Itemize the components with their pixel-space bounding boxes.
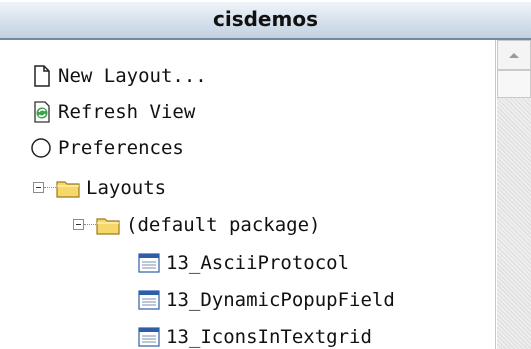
tree-view: New Layout... Refresh View Preferences L… [0,40,496,349]
tree-item-preferences[interactable]: Preferences [30,131,184,165]
collapse-toggle-layouts[interactable] [33,182,44,193]
tree-item-label: 13_DynamicPopupField [166,289,395,311]
panel-title: cisdemos [213,7,318,31]
tree-item-label: Refresh View [58,101,196,123]
tree-connector [84,224,96,225]
layout-file-icon [138,327,160,347]
folder-icon [96,215,120,235]
tree-item-label: (default package) [126,214,321,236]
folder-icon [56,178,80,198]
layout-file-icon [138,253,160,273]
scroll-thumb[interactable] [497,70,531,98]
navigator-panel: cisdemos New Layout... Refresh View Pref… [0,0,531,349]
tree-item-label: 13_IconsInTextgrid [166,326,372,348]
tree-item-13-dynamicpopupfield[interactable]: 13_DynamicPopupField [138,283,395,317]
refresh-icon [32,101,52,123]
tree-item-label: Layouts [86,177,167,199]
tree-item-13-iconsintextgrid[interactable]: 13_IconsInTextgrid [138,320,372,349]
tree-item-label: New Layout... [58,65,207,87]
tree-item-new-layout[interactable]: New Layout... [32,59,207,93]
vertical-scrollbar[interactable] [497,40,531,349]
new-document-icon [32,65,52,87]
arrow-up-icon [509,53,519,58]
tree-item-default-package[interactable]: (default package) [96,208,320,242]
layout-file-icon [138,290,160,310]
radio-circle-icon [30,137,52,159]
tree-item-label: 13_AsciiProtocol [166,252,350,274]
header-highlight [0,0,531,2]
tree-item-label: Preferences [58,137,184,159]
tree-item-13-asciiprotocol[interactable]: 13_AsciiProtocol [138,246,349,280]
collapse-toggle-default-package[interactable] [73,219,84,230]
tree-connector [44,187,56,188]
panel-header: cisdemos [0,0,531,40]
tree-item-refresh-view[interactable]: Refresh View [32,95,195,129]
tree-item-layouts[interactable]: Layouts [56,171,166,205]
scroll-up-button[interactable] [497,40,531,70]
